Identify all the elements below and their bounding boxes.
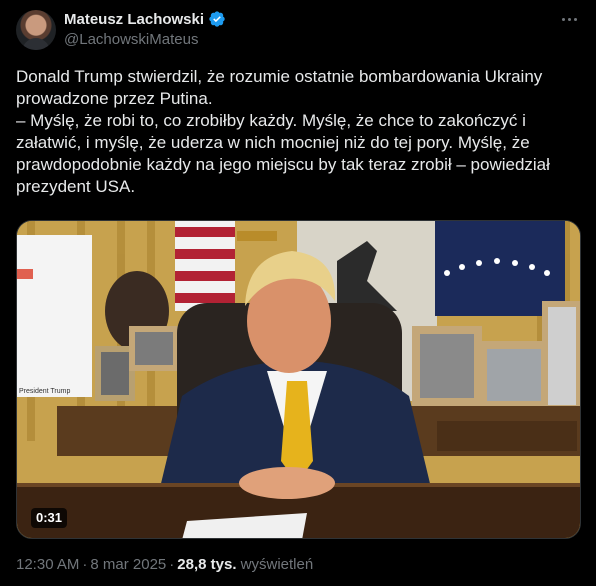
views-count[interactable]: 28,8 tys. (177, 556, 236, 573)
author-handle[interactable]: @LachowskiMateus (64, 31, 198, 48)
tweet-time[interactable]: 12:30 AM (16, 556, 79, 573)
tweet-text-line: załatwić, i myślę, że uderza w nich mocn… (16, 133, 530, 152)
video-frame: President Trump (17, 221, 580, 538)
tweet: Mateusz Lachowski @LachowskiMateus Donal… (0, 0, 596, 586)
views-label: wyświetleń (240, 556, 314, 573)
tweet-text-line: prezydent USA. (16, 177, 136, 196)
tweet-date[interactable]: 8 mar 2025 (90, 556, 166, 573)
tweet-text-line: – Myślę, że robi to, co zrobiłby każdy. … (16, 111, 526, 130)
video-player[interactable]: President Trump 0:31 (16, 220, 581, 539)
verified-badge-icon[interactable] (208, 10, 226, 28)
placard-text: President Trump (19, 388, 70, 395)
tweet-text-line: Donald Trump stwierdzil, że rozumie osta… (16, 67, 543, 86)
tweet-text-line: prowadzone przez Putina. (16, 89, 213, 108)
more-icon[interactable] (558, 8, 580, 30)
tweet-meta: 12:30 AM · 8 mar 2025 · 28,8 tys. wyświetleń (16, 556, 313, 573)
tweet-text-line: prawdopodobnie każdy na jego miejscu by … (16, 155, 550, 174)
tweet-text: Donald Trump stwierdzil, że rozumie osta… (16, 66, 576, 198)
video-duration: 0:31 (31, 508, 68, 528)
author-name-row: Mateusz Lachowski (64, 10, 226, 28)
meta-separator: · (169, 556, 175, 573)
meta-separator: · (82, 556, 88, 573)
author-display-name[interactable]: Mateusz Lachowski (64, 11, 204, 28)
avatar[interactable] (16, 10, 56, 50)
